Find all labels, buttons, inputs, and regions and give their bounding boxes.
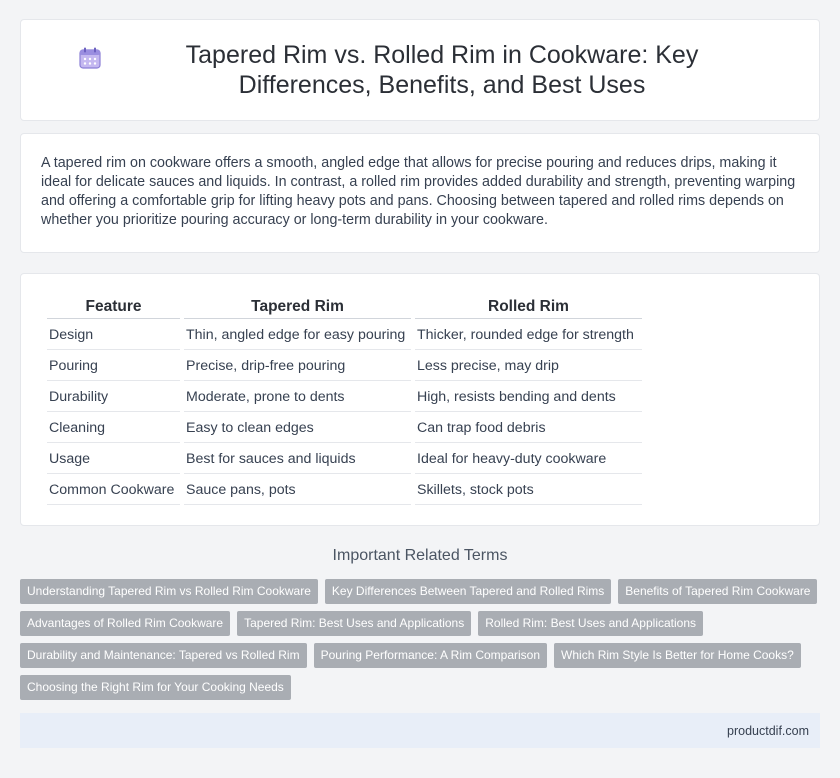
comparison-card: Feature Tapered Rim Rolled Rim Design Th… [20, 273, 820, 526]
footer-bar: productdif.com [20, 713, 820, 748]
tapered-cell: Best for sauces and liquids [184, 445, 411, 474]
related-tag[interactable]: Pouring Performance: A Rim Comparison [313, 643, 548, 668]
related-tags: Understanding Tapered Rim vs Rolled Rim … [20, 579, 820, 700]
intro-card: A tapered rim on cookware offers a smoot… [20, 133, 820, 253]
related-tag[interactable]: Which Rim Style Is Better for Home Cooks… [554, 643, 801, 668]
page-title: Tapered Rim vs. Rolled Rim in Cookware: … [185, 41, 699, 99]
table-row: Common Cookware Sauce pans, pots Skillet… [47, 476, 642, 505]
feature-cell: Cleaning [47, 414, 180, 443]
feature-cell: Design [47, 321, 180, 350]
related-tag[interactable]: Benefits of Tapered Rim Cookware [618, 579, 818, 604]
related-tag[interactable]: Understanding Tapered Rim vs Rolled Rim … [20, 579, 318, 604]
table-row: Durability Moderate, prone to dents High… [47, 383, 642, 412]
rolled-cell: Can trap food debris [415, 414, 642, 443]
feature-cell: Durability [47, 383, 180, 412]
title-wrap: Tapered Rim vs. Rolled Rim in Cookware: … [78, 40, 762, 100]
footer-site-name[interactable]: productdif.com [727, 724, 809, 738]
table-row: Pouring Precise, drip-free pouring Less … [47, 352, 642, 381]
feature-cell: Pouring [47, 352, 180, 381]
related-tag[interactable]: Key Differences Between Tapered and Roll… [324, 579, 612, 604]
rolled-cell: Less precise, may drip [415, 352, 642, 381]
title-card: Tapered Rim vs. Rolled Rim in Cookware: … [20, 19, 820, 121]
table-header-row: Feature Tapered Rim Rolled Rim [47, 294, 642, 319]
tapered-cell: Moderate, prone to dents [184, 383, 411, 412]
column-header-feature: Feature [47, 294, 180, 319]
table-row: Usage Best for sauces and liquids Ideal … [47, 445, 642, 474]
tapered-cell: Easy to clean edges [184, 414, 411, 443]
feature-cell: Usage [47, 445, 180, 474]
table-row: Design Thin, angled edge for easy pourin… [47, 321, 642, 350]
related-tag[interactable]: Tapered Rim: Best Uses and Applications [237, 611, 472, 636]
comparison-table: Feature Tapered Rim Rolled Rim Design Th… [43, 292, 646, 507]
intro-paragraph: A tapered rim on cookware offers a smoot… [41, 155, 796, 228]
feature-cell: Common Cookware [47, 476, 180, 505]
column-header-rolled-rim: Rolled Rim [415, 294, 642, 319]
rolled-cell: Ideal for heavy-duty cookware [415, 445, 642, 474]
related-tag[interactable]: Advantages of Rolled Rim Cookware [20, 611, 231, 636]
tapered-cell: Sauce pans, pots [184, 476, 411, 505]
tapered-cell: Thin, angled edge for easy pouring [184, 321, 411, 350]
column-header-tapered-rim: Tapered Rim [184, 294, 411, 319]
rolled-cell: Skillets, stock pots [415, 476, 642, 505]
related-terms-heading: Important Related Terms [332, 547, 508, 564]
calendar-icon [79, 47, 101, 69]
related-tag[interactable]: Durability and Maintenance: Tapered vs R… [20, 643, 307, 668]
rolled-cell: Thicker, rounded edge for strength [415, 321, 642, 350]
related-tag[interactable]: Rolled Rim: Best Uses and Applications [478, 611, 704, 636]
table-row: Cleaning Easy to clean edges Can trap fo… [47, 414, 642, 443]
tapered-cell: Precise, drip-free pouring [184, 352, 411, 381]
related-tag[interactable]: Choosing the Right Rim for Your Cooking … [20, 675, 291, 700]
rolled-cell: High, resists bending and dents [415, 383, 642, 412]
